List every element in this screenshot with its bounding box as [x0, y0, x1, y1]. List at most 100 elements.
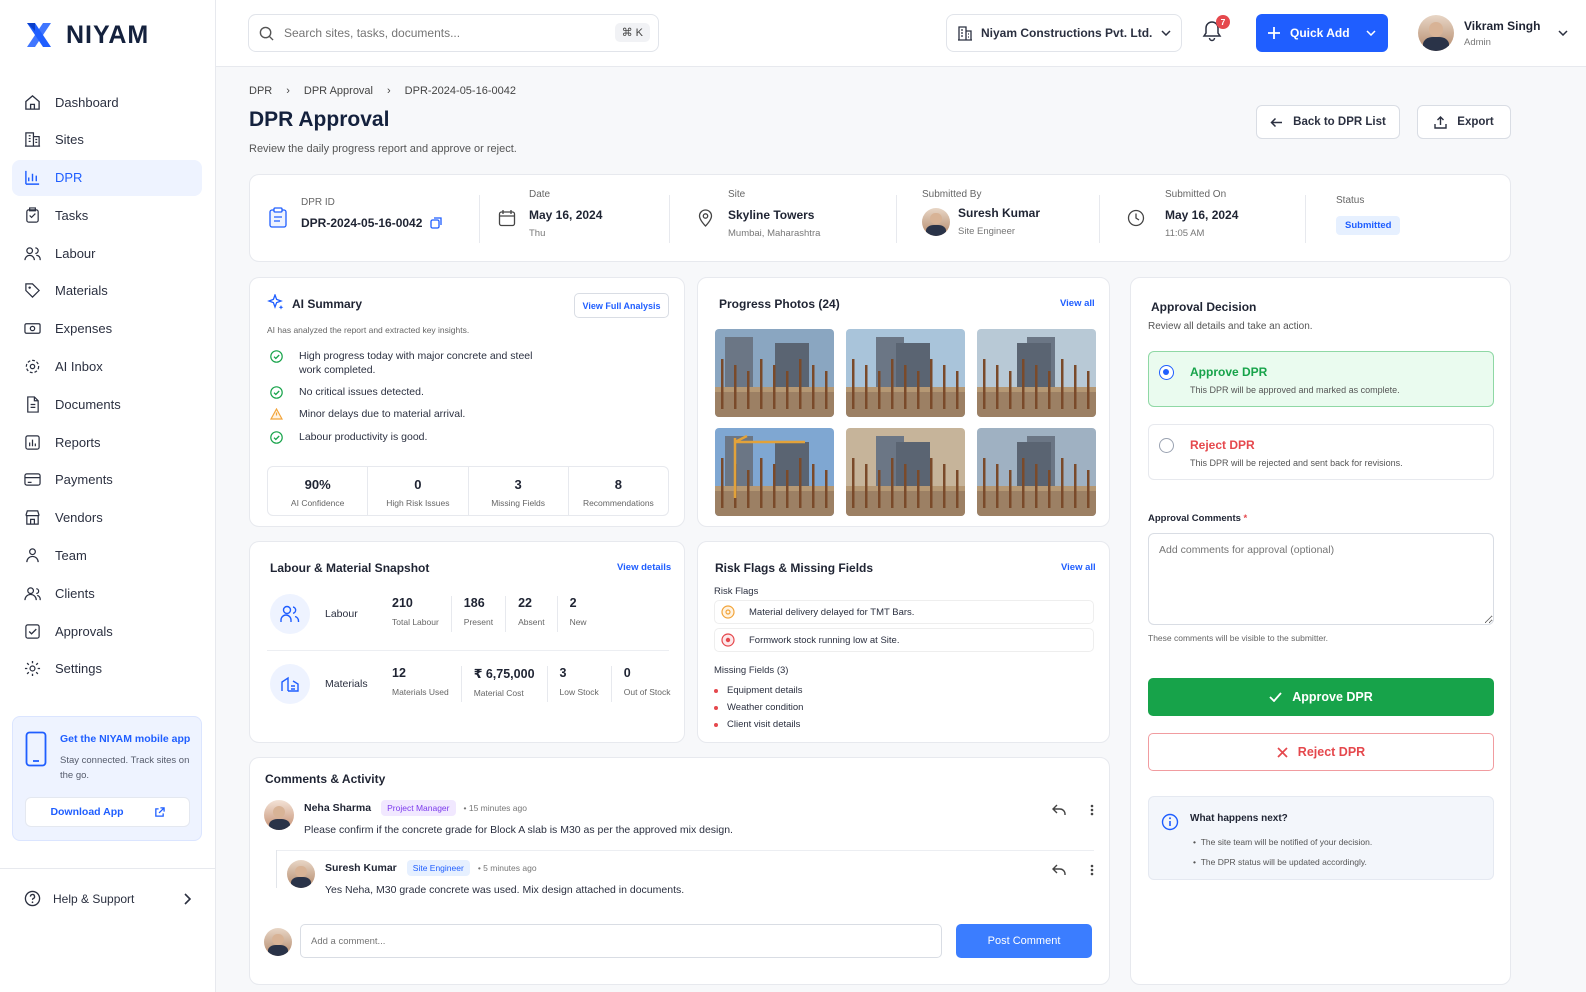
search-input[interactable]	[284, 26, 604, 40]
progress-photo[interactable]	[977, 428, 1096, 516]
comment-input[interactable]	[300, 924, 942, 958]
reject-radio[interactable]	[1159, 438, 1174, 453]
approval-comments-textarea[interactable]	[1148, 533, 1494, 625]
copy-icon[interactable]	[430, 217, 443, 229]
user-menu[interactable]: Vikram Singh Admin	[1418, 12, 1568, 54]
view-full-analysis-label: View Full Analysis	[582, 300, 661, 311]
materials-stat-value: ₹ 6,75,000	[473, 667, 535, 681]
commenter-name: Neha Sharma	[304, 802, 372, 814]
help-support-item[interactable]: Help & Support	[0, 868, 215, 928]
role-badge: Project Manager	[381, 800, 456, 816]
quick-add-button[interactable]: Quick Add	[1256, 14, 1388, 52]
logo[interactable]: NIYAM	[24, 20, 149, 50]
reject-option[interactable]: Reject DPR This DPR will be rejected and…	[1148, 424, 1494, 480]
ai-stat: 3 Missing Fields	[469, 467, 569, 515]
sidebar-item-reports[interactable]: Reports	[12, 424, 202, 460]
what-happens-next-title: What happens next?	[1190, 813, 1288, 824]
post-comment-button[interactable]: Post Comment	[956, 924, 1092, 958]
approve-dpr-label: Approve DPR	[1292, 690, 1373, 704]
info-icon	[1161, 813, 1179, 831]
sidebar-item-approvals[interactable]: Approvals	[12, 613, 202, 649]
materials-icon	[281, 676, 299, 692]
sidebar-item-label: Documents	[55, 396, 121, 412]
back-to-list-button[interactable]: Back to DPR List	[1256, 105, 1400, 139]
sidebar-item-expenses[interactable]: Expenses	[12, 311, 202, 347]
company-selector[interactable]: Niyam Constructions Pvt. Ltd.	[946, 14, 1182, 52]
approve-radio[interactable]	[1159, 365, 1174, 380]
sidebar-item-clients[interactable]: Clients	[12, 575, 202, 611]
date-label: Date	[529, 189, 551, 200]
sidebar-item-sites[interactable]: Sites	[12, 122, 202, 158]
sidebar-item-dpr[interactable]: DPR	[12, 159, 202, 196]
reject-dpr-button[interactable]: Reject DPR	[1148, 733, 1494, 771]
sidebar-item-dashboard[interactable]: Dashboard	[12, 84, 202, 120]
commenter-avatar	[287, 860, 315, 888]
check-circle-icon	[270, 350, 283, 363]
risk-flag-row[interactable]: Formwork stock running low at Site.	[714, 628, 1094, 652]
risk-flag-row[interactable]: Material delivery delayed for TMT Bars.	[714, 600, 1094, 624]
view-full-analysis-button[interactable]: View Full Analysis	[574, 293, 669, 318]
divider	[1099, 195, 1100, 243]
construction-photo-art	[977, 428, 1096, 516]
comment-text: Yes Neha, M30 grade concrete was used. M…	[325, 884, 685, 896]
site-label: Site	[728, 189, 746, 200]
more-options-icon[interactable]	[1090, 804, 1094, 816]
progress-photo[interactable]	[846, 329, 965, 417]
site-cell: Site Skyline Towers Mumbai, Maharashtra	[728, 189, 820, 251]
sidebar-item-materials[interactable]: Materials	[12, 273, 202, 309]
approve-option[interactable]: Approve DPR This DPR will be approved an…	[1148, 351, 1494, 407]
labour-stat-value: 186	[463, 596, 485, 610]
breadcrumb-item[interactable]: DPR Approval	[304, 85, 373, 97]
next-item-text: The DPR status will be updated according…	[1200, 857, 1367, 867]
photos-view-all-link[interactable]: View all	[1060, 298, 1095, 309]
global-search[interactable]: ⌘ K	[248, 14, 659, 52]
progress-photo[interactable]	[846, 428, 965, 516]
snapshot-view-details-link[interactable]: View details	[617, 562, 671, 573]
sidebar-item-label: Vendors	[55, 510, 103, 526]
main-content: DPR › DPR Approval › DPR-2024-05-16-0042…	[216, 67, 1586, 992]
sidebar-item-payments[interactable]: Payments	[12, 462, 202, 498]
sidebar-item-tasks[interactable]: Tasks	[12, 197, 202, 233]
materials-row: Materials 12 Materials Used ₹ 6,75,000 Mate…	[270, 664, 683, 704]
divider	[669, 195, 670, 243]
export-button[interactable]: Export	[1417, 105, 1511, 139]
sidebar-item-ai-inbox[interactable]: AI Inbox	[12, 349, 202, 385]
ai-summary-title: AI Summary	[292, 297, 363, 311]
ai-stats: 90% AI Confidence 0 High Risk Issues 3 Missin…	[267, 466, 669, 516]
progress-photo[interactable]	[977, 329, 1096, 417]
comments-title: Comments & Activity	[265, 772, 386, 786]
chevron-right-icon	[184, 892, 191, 905]
more-options-icon[interactable]	[1090, 864, 1094, 876]
breadcrumb-item[interactable]: DPR	[249, 85, 272, 97]
progress-photo[interactable]	[715, 329, 834, 417]
chevron-down-icon	[1558, 30, 1568, 36]
ai-stat-value: 0	[414, 477, 422, 492]
user-role: Admin	[1464, 36, 1491, 48]
sidebar: NIYAM Dashboard Sites DPR Tasks Labour Materi…	[0, 0, 216, 992]
decision-description: Review all details and take an action.	[1148, 321, 1313, 332]
download-app-button[interactable]: Download App	[25, 797, 190, 827]
risk-view-all-link[interactable]: View all	[1061, 562, 1096, 573]
sidebar-item-label: Clients	[55, 585, 95, 601]
progress-photo[interactable]	[715, 428, 834, 516]
approve-dpr-button[interactable]: Approve DPR	[1148, 678, 1494, 716]
post-comment-label: Post Comment	[987, 935, 1061, 947]
approval-comments-label-text: Approval Comments	[1148, 513, 1241, 524]
commenter-avatar	[264, 800, 294, 830]
home-icon	[25, 94, 40, 110]
ai-insight-item: No critical issues detected.	[270, 385, 570, 399]
risk-flags-card: Risk Flags & Missing Fields View all Ris…	[697, 541, 1110, 743]
page-title: DPR Approval	[249, 108, 390, 131]
sidebar-item-documents[interactable]: Documents	[12, 386, 202, 422]
labour-stat: 2 New	[556, 596, 599, 632]
close-icon	[1277, 746, 1288, 758]
reply-icon[interactable]	[1052, 864, 1066, 876]
sidebar-item-labour[interactable]: Labour	[12, 235, 202, 271]
comment-reply-item: Suresh Kumar Site Engineer • 5 minutes a…	[287, 860, 1094, 896]
sidebar-item-team[interactable]: Team	[12, 538, 202, 574]
reply-icon[interactable]	[1052, 804, 1066, 816]
submitted-on-time: 11:05 AM	[1165, 228, 1205, 239]
sidebar-item-vendors[interactable]: Vendors	[12, 500, 202, 536]
sidebar-item-settings[interactable]: Settings	[12, 651, 202, 687]
materials-stat: 12 Materials Used	[380, 666, 461, 702]
